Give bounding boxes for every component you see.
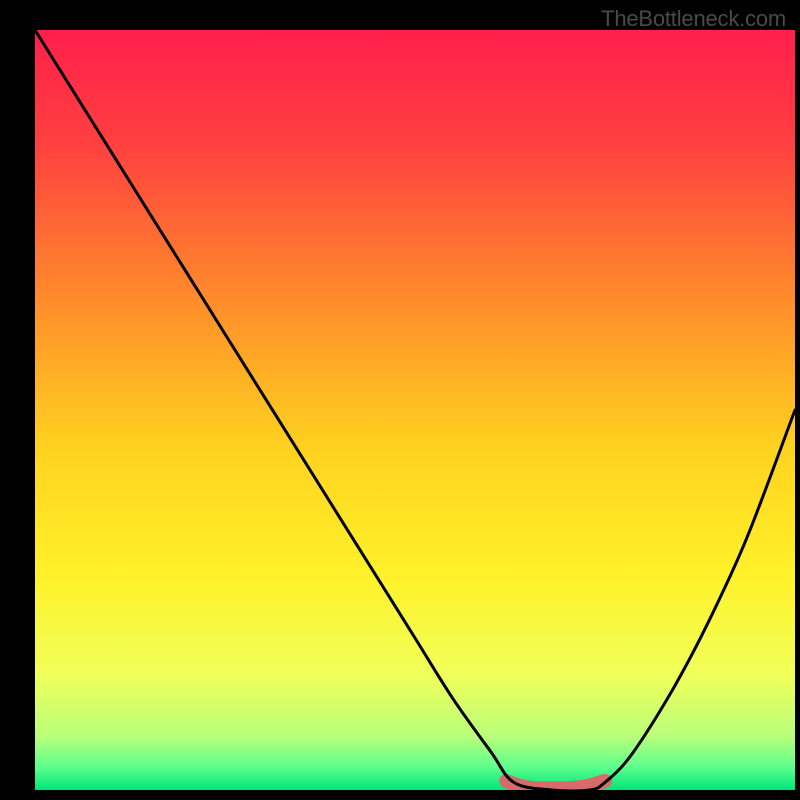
bottleneck-chart (0, 0, 800, 800)
attribution-label: TheBottleneck.com (601, 6, 786, 32)
chart-root: TheBottleneck.com (0, 0, 800, 800)
